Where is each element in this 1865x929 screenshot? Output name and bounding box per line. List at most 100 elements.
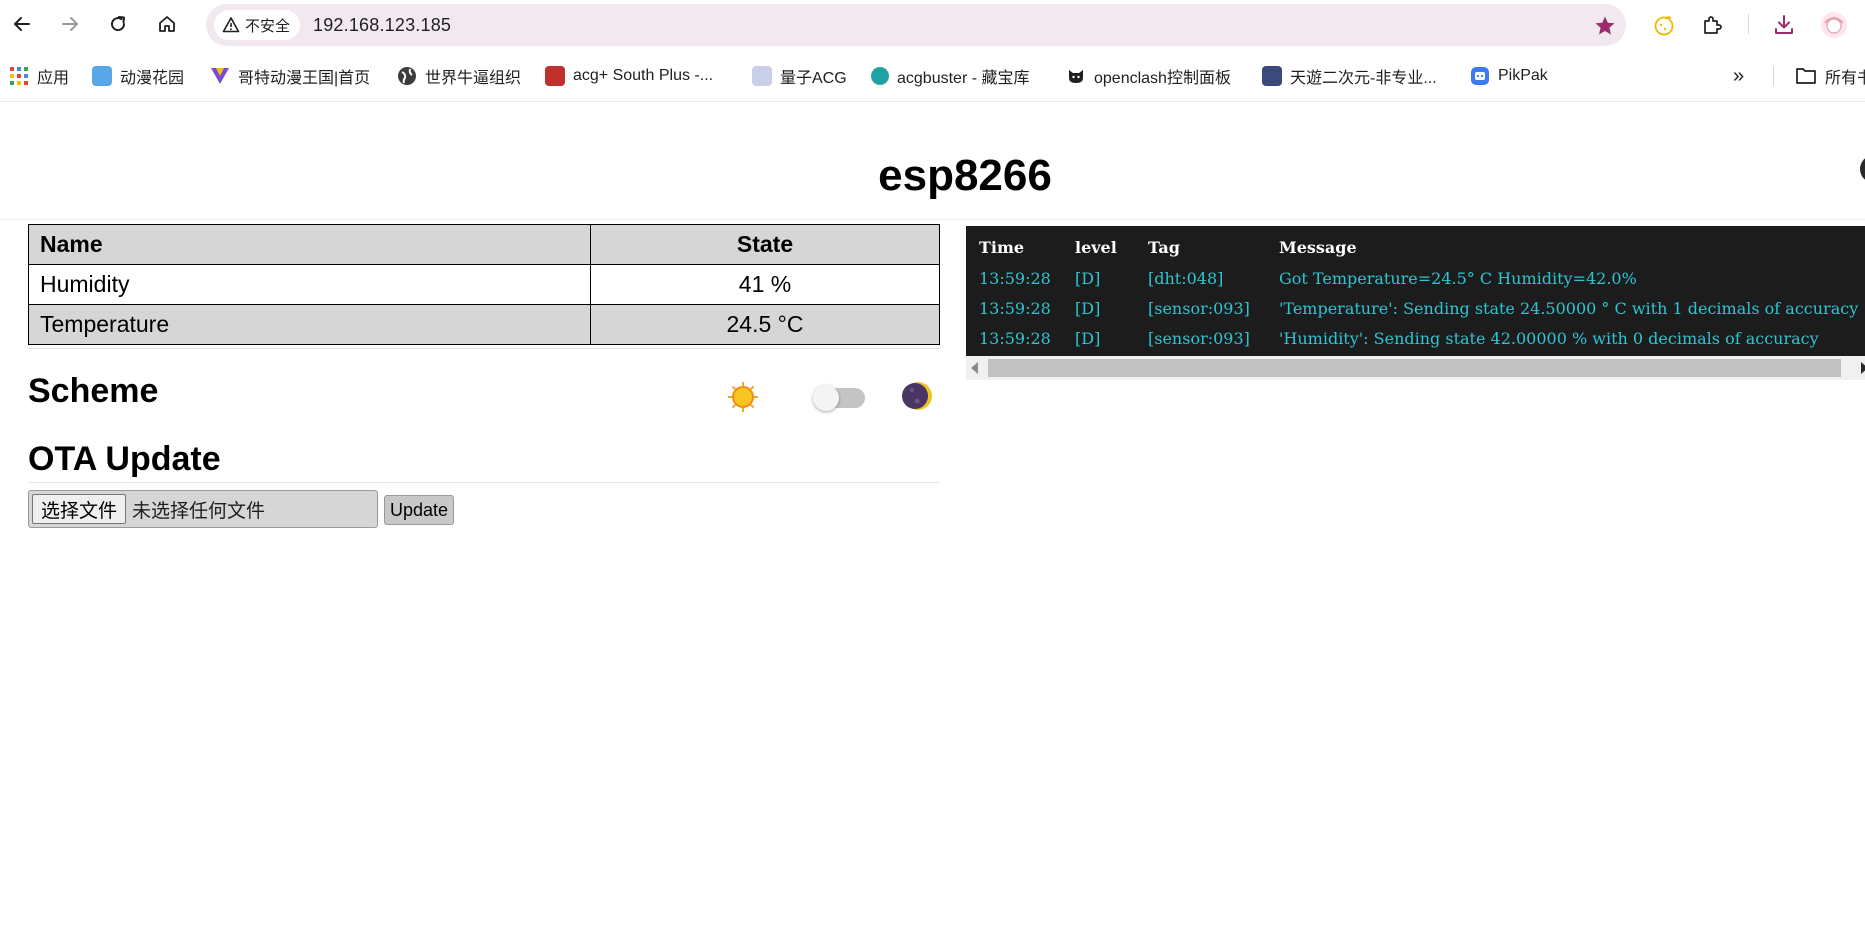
- bookmark-gothic-anime[interactable]: 哥特动漫王国|首页: [210, 64, 370, 88]
- all-bookmarks-label: 所有书签: [1825, 70, 1865, 87]
- bookmark-label: 量子ACG: [780, 70, 847, 87]
- quantum-acg-icon: [752, 66, 772, 86]
- column-header-state: State: [590, 224, 940, 265]
- log-header-level: level: [1075, 238, 1117, 257]
- log-header-message: Message: [1279, 238, 1357, 257]
- firmware-file-input[interactable]: 选择文件 未选择任何文件: [28, 490, 378, 528]
- log-message: Got Temperature=24.5° C Humidity=42.0%: [1279, 269, 1637, 288]
- profile-button[interactable]: [1818, 9, 1850, 41]
- bookmark-label: 世界牛逼组织: [425, 70, 522, 87]
- choose-file-button[interactable]: 选择文件: [32, 494, 127, 524]
- toolbar-separator: [1748, 14, 1749, 34]
- bookmark-south-plus[interactable]: acg+ South Plus -...: [545, 64, 713, 88]
- bookmark-label: 应用: [37, 70, 70, 87]
- scrollbar-thumb[interactable]: [988, 359, 1841, 377]
- reload-icon: [111, 16, 126, 32]
- log-level: [D]: [1075, 329, 1101, 348]
- bookmark-tianyou[interactable]: 天遊二次元-非专业...: [1262, 64, 1437, 88]
- log-level: [D]: [1075, 269, 1101, 288]
- bookmark-label: acgbuster - 藏宝库: [897, 70, 1030, 87]
- globe-icon: [398, 67, 416, 85]
- browser-toolbar: 不安全 192.168.123.185: [0, 0, 1865, 50]
- acgbuster-icon: [871, 67, 889, 85]
- more-bookmarks-button[interactable]: »: [1733, 64, 1744, 88]
- sensor-state: 24.5 °C: [590, 304, 940, 345]
- bookmark-apps[interactable]: 应用: [9, 64, 69, 88]
- ota-title: OTA Update: [28, 440, 221, 478]
- bookmark-dmhy[interactable]: 动漫花园: [92, 64, 184, 88]
- page-title: esp8266: [878, 151, 1052, 200]
- arrow-left-icon: [14, 17, 30, 31]
- sensor-name: Temperature: [28, 304, 591, 345]
- bookmark-pikpak[interactable]: PikPak: [1470, 64, 1548, 88]
- address-bar[interactable]: 不安全 192.168.123.185: [206, 4, 1626, 46]
- tianyou-icon: [1262, 66, 1282, 86]
- home-button[interactable]: [151, 8, 183, 40]
- header-divider: [0, 219, 1865, 220]
- file-status: 未选择任何文件: [132, 499, 266, 522]
- log-message: 'Humidity': Sending state 42.00000 % wit…: [1279, 329, 1819, 348]
- downloads-button[interactable]: [1768, 9, 1800, 41]
- log-time: 13:59:28: [979, 269, 1051, 288]
- gothic-anime-icon: [211, 68, 229, 84]
- back-button[interactable]: [6, 8, 38, 40]
- log-panel: Time level Tag Message 13:59:28 [D] [dht…: [966, 226, 1865, 356]
- log-time: 13:59:28: [979, 329, 1051, 348]
- sensor-state: 41 %: [590, 264, 940, 305]
- all-bookmarks-button[interactable]: 所有书签: [1795, 64, 1865, 88]
- puzzle-icon: [1704, 16, 1722, 34]
- bookmarks-bar: 应用 动漫花园 哥特动漫王国|首页 世界牛逼组织 acg+ South Plus…: [0, 50, 1865, 102]
- log-horizontal-scrollbar[interactable]: [966, 356, 1865, 380]
- table-header-row: Name State: [28, 224, 940, 265]
- github-cat-icon: [1069, 70, 1083, 83]
- log-tag: [sensor:093]: [1148, 329, 1250, 348]
- star-icon: [1595, 16, 1615, 35]
- sun-icon: [728, 382, 758, 412]
- log-tag: [sensor:093]: [1148, 299, 1250, 318]
- bookmark-star-button[interactable]: [1591, 12, 1619, 40]
- log-time: 13:59:28: [979, 299, 1051, 318]
- reload-button[interactable]: [102, 8, 134, 40]
- bookmark-world-org[interactable]: 世界牛逼组织: [397, 64, 521, 88]
- bookmark-label: openclash控制面板: [1094, 70, 1231, 87]
- log-header-tag: Tag: [1148, 238, 1180, 257]
- moon-icon: [902, 382, 932, 410]
- bookmark-label: PikPak: [1498, 67, 1548, 84]
- table-row: Temperature 24.5 °C: [28, 304, 940, 345]
- log-header-time: Time: [979, 238, 1025, 257]
- toggle-knob[interactable]: [813, 385, 839, 411]
- section-divider: [28, 348, 940, 349]
- security-label: 不安全: [245, 17, 291, 35]
- bookmark-label: 天遊二次元-非专业...: [1290, 70, 1437, 87]
- scroll-right-arrow-icon[interactable]: [1861, 362, 1865, 374]
- url-text[interactable]: 192.168.123.185: [313, 15, 451, 36]
- log-message: 'Temperature': Sending state 24.50000 ° …: [1279, 299, 1859, 318]
- security-chip[interactable]: 不安全: [214, 10, 301, 40]
- log-tag: [dht:048]: [1148, 269, 1224, 288]
- cookie-extension-icon: [1654, 16, 1674, 36]
- scroll-left-arrow-icon[interactable]: [971, 362, 978, 374]
- column-header-name: Name: [28, 224, 591, 265]
- bookmark-label: 哥特动漫王国|首页: [238, 70, 371, 87]
- south-plus-icon: [545, 66, 565, 86]
- forward-button[interactable]: [54, 8, 86, 40]
- apps-grid-icon: [10, 67, 28, 85]
- extensions-menu-button[interactable]: [1696, 9, 1728, 41]
- bookmark-quantum-acg[interactable]: 量子ACG: [752, 64, 847, 88]
- avatar-icon: [1821, 12, 1847, 38]
- arrow-right-icon: [62, 17, 78, 31]
- warning-triangle-icon: [222, 17, 240, 33]
- log-level: [D]: [1075, 299, 1101, 318]
- download-icon: [1775, 15, 1793, 34]
- bookmark-acgbuster[interactable]: acgbuster - 藏宝库: [871, 64, 1030, 88]
- bookmark-openclash[interactable]: openclash控制面板: [1066, 64, 1231, 88]
- home-icon: [159, 16, 175, 32]
- bookmark-label: acg+ South Plus -...: [573, 67, 714, 84]
- bookmark-separator: [1773, 66, 1774, 86]
- scheme-title: Scheme: [28, 372, 159, 410]
- page-content: esp8266 Name State Humidity 41 % Tempera…: [0, 103, 1865, 929]
- extension-button[interactable]: [1648, 9, 1680, 41]
- update-button[interactable]: Update: [384, 495, 455, 525]
- scheme-toggle[interactable]: [813, 385, 865, 411]
- bookmark-label: 动漫花园: [120, 70, 185, 87]
